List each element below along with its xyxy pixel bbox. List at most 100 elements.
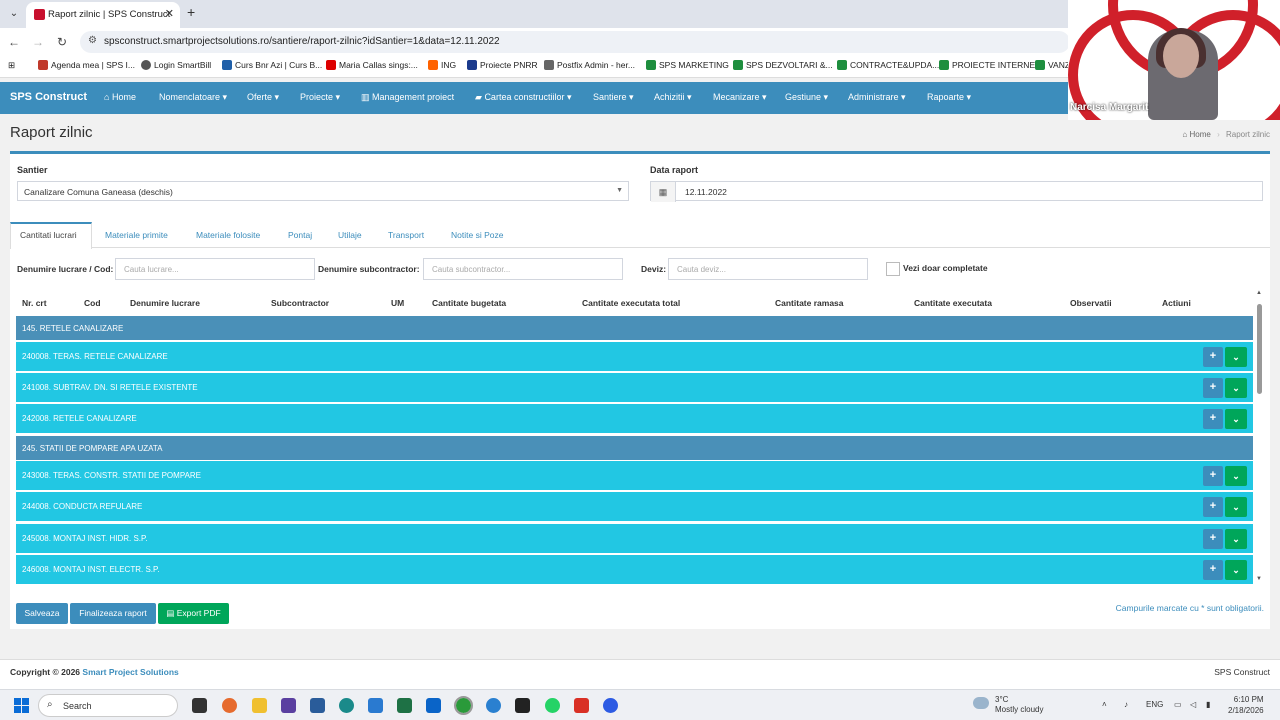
volume-icon[interactable]: ◁ (1190, 700, 1196, 709)
app-icon[interactable] (486, 698, 501, 713)
tab-transport[interactable]: Transport (388, 230, 424, 240)
reload-icon[interactable]: ↻ (54, 34, 70, 50)
expand-chevron-icon[interactable]: ⌄ (1225, 409, 1247, 429)
new-tab-icon[interactable]: + (187, 4, 195, 20)
bookmark-item[interactable]: SPS MARKETING (646, 60, 729, 70)
windows-start-icon[interactable] (14, 698, 29, 713)
chrome-icon[interactable] (454, 696, 473, 715)
table-row[interactable]: 241008. SUBTRAV. DN. SI RETELE EXISTENTE… (16, 373, 1253, 403)
expand-chevron-icon[interactable]: ⌄ (1225, 497, 1247, 517)
forward-icon[interactable]: → (30, 34, 46, 50)
tab-cantitati-lucrari[interactable]: Cantitati lucrari (20, 230, 77, 240)
bookmark-item[interactable]: Postfix Admin - her... (544, 60, 635, 70)
tab-notite-poze[interactable]: Notite si Poze (451, 230, 503, 240)
table-row[interactable]: 246008. MONTAJ INST. ELECTR. S.P. + ⌄ (16, 555, 1253, 585)
save-button[interactable]: Salveaza (16, 603, 68, 624)
app-icon[interactable] (368, 698, 383, 713)
bookmark-item[interactable]: Maria Callas sings:... (326, 60, 418, 70)
tab-utilaje[interactable]: Utilaje (338, 230, 362, 240)
battery-icon[interactable]: ▮ (1206, 700, 1210, 709)
expand-chevron-icon[interactable]: ⌄ (1225, 529, 1247, 549)
bookmark-item[interactable]: Proiecte PNRR (467, 60, 538, 70)
bookmark-item[interactable]: PROIECTE INTERNE (939, 60, 1035, 70)
close-tab-icon[interactable]: ✕ (165, 7, 174, 20)
table-row[interactable]: 243008. TERAS. CONSTR. STATII DE POMPARE… (16, 461, 1253, 491)
tab-pontaj[interactable]: Pontaj (288, 230, 312, 240)
nav-oferte[interactable]: Oferte ▾ (247, 92, 279, 103)
add-icon[interactable]: + (1203, 529, 1223, 549)
microphone-icon[interactable]: ♪ (1124, 700, 1128, 709)
system-clock[interactable]: 6:10 PM 2/18/2026 (1228, 694, 1264, 716)
nav-administrare[interactable]: Administrare ▾ (848, 92, 906, 103)
data-raport-field[interactable]: ▦ 12.11.2022 (650, 181, 1263, 202)
zoom-icon[interactable] (603, 698, 618, 713)
nav-cartea-constructiilor[interactable]: ▰ Cartea constructiilor ▾ (475, 92, 571, 103)
add-icon[interactable]: + (1203, 347, 1223, 367)
save-app-icon[interactable] (281, 698, 296, 713)
app-icon[interactable] (310, 698, 325, 713)
expand-chevron-icon[interactable]: ⌄ (1225, 378, 1247, 398)
table-row[interactable]: 240008. TERAS. RETELE CANALIZARE + ⌄ (16, 342, 1253, 372)
bookmark-item[interactable]: Curs Bnr Azi | Curs B... (222, 60, 322, 70)
nav-proiecte[interactable]: Proiecte ▾ (300, 92, 340, 103)
table-scrollbar[interactable]: ▲ ▼ (1255, 290, 1265, 586)
app-icon[interactable] (515, 698, 530, 713)
acrobat-icon[interactable] (574, 698, 589, 713)
back-icon[interactable]: ← (6, 34, 22, 50)
bookmark-item[interactable]: SPS DEZVOLTARI &... (733, 60, 833, 70)
apps-icon[interactable]: ⊞ (8, 60, 15, 71)
breadcrumb-home[interactable]: Home (1190, 130, 1211, 139)
nav-nomenclatoare[interactable]: Nomenclatoare ▾ (159, 92, 227, 103)
bookmark-item[interactable]: CONTRACTE&UPDA... (837, 60, 939, 70)
scroll-up-icon[interactable]: ▲ (1256, 290, 1262, 296)
expand-chevron-icon[interactable]: ⌄ (1225, 347, 1247, 367)
nav-rapoarte[interactable]: Rapoarte ▾ (927, 92, 971, 103)
bookmark-item[interactable]: Login SmartBill (141, 60, 211, 70)
table-row[interactable]: 244008. CONDUCTA REFULARE + ⌄ (16, 492, 1253, 522)
add-icon[interactable]: + (1203, 378, 1223, 398)
whatsapp-icon[interactable] (545, 698, 560, 713)
add-icon[interactable]: + (1203, 560, 1223, 580)
subcontractor-search-input[interactable]: Cauta subcontractor... (423, 258, 623, 280)
bookmark-item[interactable]: VANZ (1035, 60, 1070, 70)
nav-management-proiect[interactable]: ▥ Management proiect (361, 92, 454, 103)
url-field[interactable]: ⚙ spsconstruct.smartprojectsolutions.ro/… (80, 31, 1070, 53)
export-pdf-button[interactable]: ▤ Export PDF (158, 603, 229, 624)
brand-logo[interactable]: SPS Construct (10, 91, 87, 103)
language-indicator[interactable]: ENG (1146, 700, 1163, 709)
expand-chevron-icon[interactable]: ⌄ (1225, 466, 1247, 486)
add-icon[interactable]: + (1203, 409, 1223, 429)
nav-santiere[interactable]: Santiere ▾ (593, 92, 634, 103)
table-row[interactable]: 245008. MONTAJ INST. HIDR. S.P. + ⌄ (16, 524, 1253, 554)
scroll-down-icon[interactable]: ▼ (1256, 576, 1262, 582)
excel-icon[interactable] (397, 698, 412, 713)
lucrare-search-input[interactable]: Cauta lucrare... (115, 258, 315, 280)
edge-icon[interactable] (339, 698, 354, 713)
nav-mecanizare[interactable]: Mecanizare ▾ (713, 92, 767, 103)
calendar-icon[interactable]: ▦ (651, 182, 676, 202)
site-info-icon[interactable]: ⚙ (88, 35, 97, 46)
tab-materiale-folosite[interactable]: Materiale folosite (196, 230, 260, 240)
scroll-thumb[interactable] (1257, 304, 1262, 394)
task-view-icon[interactable] (192, 698, 207, 713)
browser-tab[interactable]: Raport zilnic | SPS Construct ✕ (26, 2, 180, 28)
nav-home[interactable]: ⌂ Home (104, 92, 136, 102)
table-row[interactable]: 242008. RETELE CANALIZARE + ⌄ (16, 404, 1253, 434)
deviz-search-input[interactable]: Cauta deviz... (668, 258, 868, 280)
file-explorer-icon[interactable] (252, 698, 267, 713)
tab-materiale-primite[interactable]: Materiale primite (105, 230, 168, 240)
completed-only-checkbox[interactable] (886, 262, 900, 276)
santier-select[interactable]: Canalizare Comuna Ganeasa (deschis) ▼ (17, 181, 629, 201)
tab-search-icon[interactable]: ⌄ (6, 6, 22, 22)
taskbar-search[interactable]: ⌕ Search (38, 694, 178, 717)
tray-chevron-icon[interactable]: ˄ (1102, 700, 1107, 709)
add-icon[interactable]: + (1203, 497, 1223, 517)
bookmark-item[interactable]: ING (428, 60, 456, 70)
company-link[interactable]: Smart Project Solutions (82, 667, 178, 677)
network-icon[interactable]: ▭ (1174, 700, 1182, 709)
outlook-icon[interactable] (426, 698, 441, 713)
nav-gestiune[interactable]: Gestiune ▾ (785, 92, 828, 103)
copilot-icon[interactable] (222, 698, 237, 713)
weather-widget[interactable]: 3°C Mostly cloudy (973, 695, 1043, 715)
finalize-report-button[interactable]: Finalizeaza raport (70, 603, 156, 624)
